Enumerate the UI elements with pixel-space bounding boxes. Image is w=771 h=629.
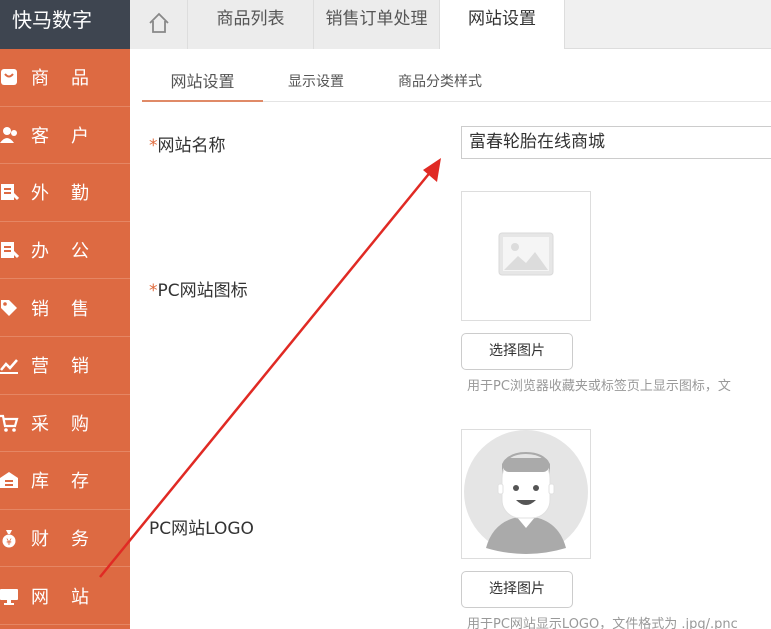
annotation-arrow — [99, 158, 441, 578]
